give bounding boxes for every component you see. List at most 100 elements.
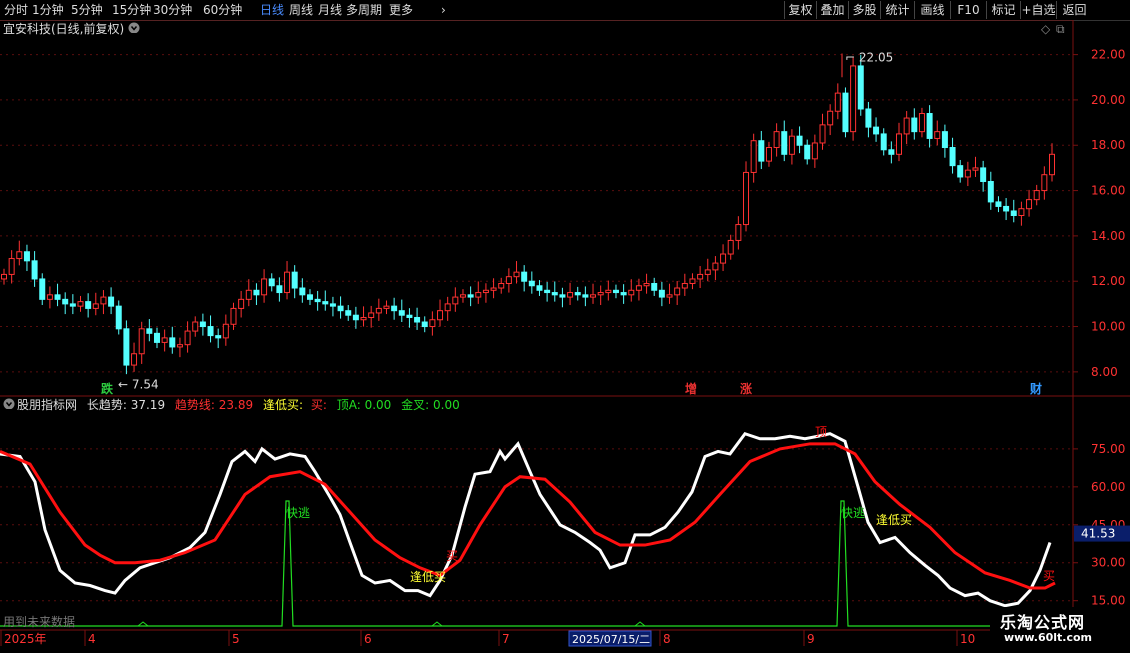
candle-body-129 [987,181,994,203]
period-tab-10[interactable]: 更多 [389,2,413,18]
candle-body-65 [498,282,505,289]
candle-body-67 [513,271,520,278]
top-toolbar: 分时 1分钟 5分钟 15分钟 30分钟 60分钟 日线 周线 月线 多周期 更多 › 复权 叠加 多股… [0,0,1130,21]
title-dropdown-icon[interactable] [128,21,140,37]
period-tab-9[interactable]: 多周期 [346,2,382,18]
dip-buy-label-2: 逢低买 [876,513,912,527]
candle-body-85 [651,282,658,291]
toolbar-button-1[interactable]: 叠加 [816,1,848,19]
candle-body-106 [811,142,818,160]
low-price-label: ← 7.54 [118,377,159,391]
candle-body-92 [704,269,711,275]
candle-body-54 [414,316,421,323]
top-label: 顶A: [336,398,361,412]
candle-body-6 [46,294,53,300]
x-label-7: 10 [960,632,975,646]
candle-body-4 [31,260,38,280]
candle-body-1 [8,258,15,275]
candle-body-135 [1033,190,1040,201]
candle-body-11 [85,301,92,309]
period-tab-5[interactable]: 60分钟 [203,2,242,18]
candle-body-75 [574,292,581,296]
candle-body-31 [238,298,245,309]
candle-body-130 [995,201,1002,207]
price-tick-label-3: 16.00 [1091,184,1125,198]
period-tab-7[interactable]: 周线 [289,2,313,18]
more-chevron-icon[interactable]: › [441,2,446,18]
toolbar-button-7[interactable]: +自选 [1020,1,1056,19]
candle-body-25 [192,321,199,332]
fast-escape-label-1: 快逃 [286,506,310,520]
indicator-dropdown-icon[interactable] [3,397,15,413]
candle-body-112 [857,65,864,110]
period-tab-2[interactable]: 5分钟 [71,2,103,18]
candle-body-56 [429,319,436,328]
candle-body-16 [123,328,130,366]
toolbar-button-3[interactable]: 统计 [880,1,914,19]
candle-body-28 [215,335,222,339]
candle-body-37 [284,271,291,294]
toolbar-button-0[interactable]: 复权 [784,1,816,19]
candle-body-33 [253,289,260,296]
candle-body-15 [115,305,122,330]
price-tick-label-7: 8.00 [1091,365,1118,379]
candle-body-111 [850,65,857,133]
candle-body-26 [199,321,206,328]
candle-body-47 [360,316,367,321]
chart-area: 22.00 20.00 18.00 16.00 14.00 12.00 10.00 8.00 ⌐… [0,19,1130,650]
candle-body-23 [176,344,183,348]
candle-body-0 [1,273,7,280]
candle-body-69 [528,280,535,287]
candle-body-70 [536,285,543,291]
price-tick-label-0: 22.00 [1091,48,1125,62]
candle-body-3 [23,251,30,262]
period-tab-1[interactable]: 1分钟 [32,2,64,18]
candle-body-105 [804,144,811,160]
candle-body-14 [108,296,115,307]
candle-body-86 [658,289,665,298]
candle-body-66 [505,276,512,284]
candle-body-116 [888,149,895,155]
candle-body-42 [322,301,329,305]
toolbar-button-6[interactable]: 标记 [986,1,1020,19]
candle-body-27 [207,326,214,337]
candle-body-91 [697,273,704,280]
toolbar-button-5[interactable]: F10 [950,1,986,19]
x-label-1: 4 [88,632,96,646]
candle-body-46 [352,314,359,321]
indicator-name: 股朋指标网 [17,398,78,412]
period-tab-6[interactable]: 日线 [260,2,284,18]
period-tab-4[interactable]: 30分钟 [153,2,192,18]
candle-body-95 [727,239,734,255]
x-label-3: 6 [364,632,372,646]
candle-body-61 [467,294,474,298]
candle-body-104 [796,135,803,146]
diamond-icon[interactable]: ◇ [1041,21,1050,37]
toolbar-button-8[interactable]: 返回 [1056,1,1092,19]
expand-icon[interactable]: ⧉ [1056,21,1065,37]
candle-body-32 [245,289,252,300]
period-tab-3[interactable]: 15分钟 [112,2,151,18]
candle-body-123 [941,131,948,149]
price-tick-label-4: 14.00 [1091,229,1125,243]
candle-body-64 [490,287,497,291]
candle-body-2 [16,251,23,260]
toolbar-button-2[interactable]: 多股 [848,1,880,19]
candle-body-13 [100,296,107,305]
candle-body-96 [735,224,742,241]
event-badge-1: 增 [685,381,697,396]
period-tab-0[interactable]: 分时 [4,2,28,18]
candle-body-126 [964,169,971,178]
chart-svg[interactable]: 22.00 20.00 18.00 16.00 14.00 12.00 10.00 8.00 ⌐… [0,19,1130,650]
top-label: 顶 [815,425,827,439]
candle-body-44 [337,305,344,312]
toolbar-button-4[interactable]: 画线 [914,1,950,19]
event-badge-3: 财 [1029,381,1042,396]
candle-body-74 [567,292,574,298]
candle-body-87 [666,294,673,298]
period-tab-8[interactable]: 月线 [318,2,342,18]
x-label-4: 7 [502,632,510,646]
cursor-date-label: 2025/07/15/二 [572,633,650,646]
candle-body-118 [903,117,910,135]
candle-body-24 [184,330,191,346]
